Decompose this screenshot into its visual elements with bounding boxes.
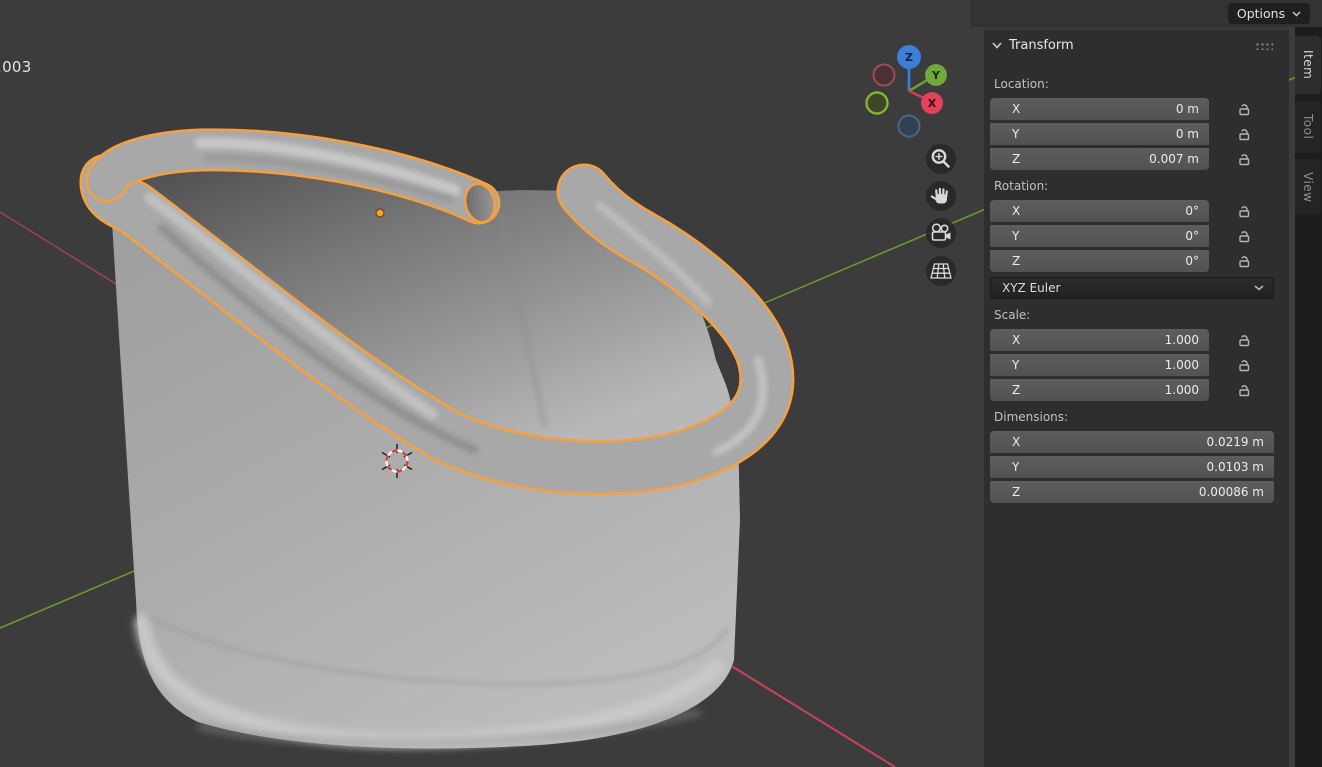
tab-tool[interactable]: Tool <box>1295 101 1321 153</box>
chevron-down-icon <box>992 42 1002 49</box>
gizmo-axis-neg-z[interactable] <box>899 116 920 137</box>
gizmo-axis-x[interactable]: X <box>921 92 943 114</box>
scale-label: Scale: <box>994 307 1030 323</box>
rotation-y-field[interactable]: Y0° <box>990 225 1209 247</box>
dimensions-y-field[interactable]: Y0.0103 m <box>990 456 1274 478</box>
gizmo-axis-z[interactable]: Z <box>897 45 921 69</box>
lock-open-icon[interactable] <box>1236 127 1251 142</box>
location-x-field[interactable]: X0 m <box>990 98 1209 120</box>
active-object-label: .003 <box>0 58 32 76</box>
gizmo-axis-neg-x[interactable] <box>874 65 895 86</box>
svg-text:X: X <box>928 97 937 110</box>
scale-x-field[interactable]: X1.000 <box>990 329 1209 351</box>
location-z-field[interactable]: Z0.007 m <box>990 148 1209 170</box>
location-label: Location: <box>994 76 1049 92</box>
dimensions-label: Dimensions: <box>994 409 1068 425</box>
rotation-mode-dropdown[interactable]: XYZ Euler <box>990 277 1274 299</box>
scale-y-field[interactable]: Y1.000 <box>990 354 1209 376</box>
svg-text:Z: Z <box>905 51 913 64</box>
scale-z-field[interactable]: Z1.000 <box>990 379 1209 401</box>
lock-open-icon[interactable] <box>1236 204 1251 219</box>
lock-open-icon[interactable] <box>1236 102 1251 117</box>
mesh-object[interactable] <box>104 143 767 749</box>
lock-open-icon[interactable] <box>1236 383 1251 398</box>
chevron-down-icon <box>1292 11 1301 17</box>
object-origin-dot <box>376 209 384 217</box>
gizmo-axis-y[interactable]: Y <box>925 64 947 86</box>
chevron-down-icon <box>1254 285 1264 291</box>
camera-view-button[interactable] <box>926 218 956 248</box>
rotation-label: Rotation: <box>994 178 1048 194</box>
blender-window: Z Y X <box>0 0 1322 767</box>
sidebar-panel: Transform Location: X0 m Y0 m Z0.007 m R… <box>984 30 1289 767</box>
gizmo-axis-neg-y[interactable] <box>867 93 888 114</box>
zoom-button[interactable] <box>926 144 956 174</box>
dimensions-z-field[interactable]: Z0.00086 m <box>990 481 1274 503</box>
dimensions-x-field[interactable]: X0.0219 m <box>990 431 1274 453</box>
lock-open-icon[interactable] <box>1236 333 1251 348</box>
panel-drag-handle-icon[interactable] <box>1255 42 1273 50</box>
pan-button[interactable] <box>926 181 956 211</box>
options-label: Options <box>1237 6 1285 21</box>
rotation-z-field[interactable]: Z0° <box>990 250 1209 272</box>
tab-item[interactable]: Item <box>1295 36 1321 94</box>
tab-view[interactable]: View <box>1295 159 1321 215</box>
projection-button[interactable] <box>926 256 956 286</box>
lock-open-icon[interactable] <box>1236 152 1251 167</box>
lock-open-icon[interactable] <box>1236 254 1251 269</box>
rotation-x-field[interactable]: X0° <box>990 200 1209 222</box>
options-button[interactable]: Options <box>1228 3 1310 24</box>
location-y-field[interactable]: Y0 m <box>990 123 1209 145</box>
svg-text:Y: Y <box>931 69 941 82</box>
lock-open-icon[interactable] <box>1236 229 1251 244</box>
panel-title: Transform <box>1009 38 1074 53</box>
transform-panel-header[interactable]: Transform <box>992 38 1074 53</box>
lock-open-icon[interactable] <box>1236 358 1251 373</box>
